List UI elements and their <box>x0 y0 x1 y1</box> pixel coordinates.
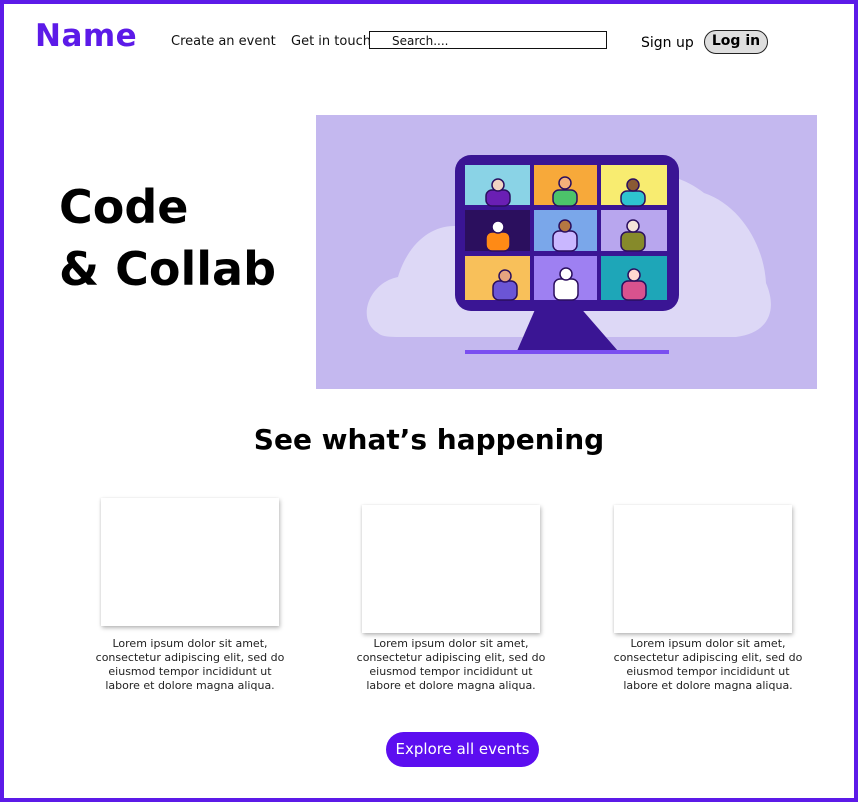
hero-title-line-1: Code <box>59 180 189 234</box>
video-call-illustration <box>316 115 817 389</box>
event-card-image-2[interactable] <box>362 505 540 633</box>
explore-all-events-button[interactable]: Explore all events <box>386 732 539 767</box>
event-card-image-1[interactable] <box>101 498 279 626</box>
event-card-text-2: Lorem ipsum dolor sit amet, consectetur … <box>356 637 546 692</box>
hero-title-line-2: & Collab <box>59 242 276 296</box>
events-section-title: See what’s happening <box>253 423 605 456</box>
log-in-button[interactable]: Log in <box>704 30 768 54</box>
hero-title: Code & Collab <box>59 176 276 300</box>
sign-up-link[interactable]: Sign up <box>641 35 694 51</box>
event-card-image-3[interactable] <box>614 505 792 633</box>
event-card-text-1: Lorem ipsum dolor sit amet, consectetur … <box>95 637 285 692</box>
search-input[interactable] <box>392 34 592 48</box>
nav-create-event-link[interactable]: Create an event <box>171 34 276 49</box>
search-box[interactable] <box>369 31 607 49</box>
event-card-text-3: Lorem ipsum dolor sit amet, consectetur … <box>613 637 803 692</box>
nav-get-in-touch-link[interactable]: Get in touch <box>291 34 371 49</box>
logo[interactable]: Name <box>35 18 137 54</box>
